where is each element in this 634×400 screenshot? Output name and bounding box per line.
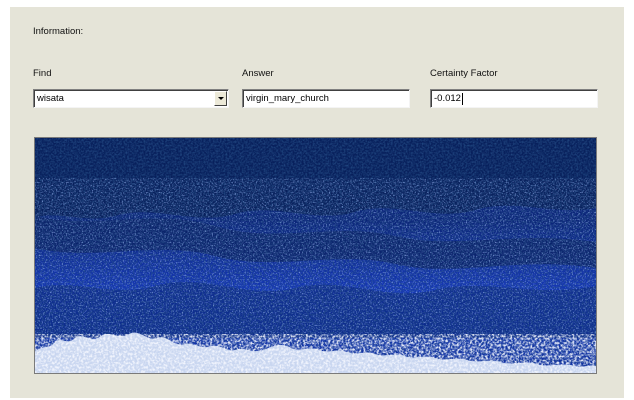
answer-field-value: virgin_mary_church	[246, 93, 329, 104]
find-combobox-value: wisata	[37, 93, 64, 104]
answer-label: Answer	[242, 68, 274, 79]
chevron-down-icon	[218, 97, 224, 100]
text-caret	[461, 93, 463, 105]
answer-field[interactable]: virgin_mary_church	[242, 89, 410, 108]
certainty-factor-field-value: -0.012	[434, 93, 461, 104]
result-image	[34, 137, 597, 374]
snowy-forest-picture	[35, 138, 596, 373]
information-heading: Information:	[33, 26, 84, 37]
find-combobox[interactable]: wisata	[33, 89, 229, 108]
certainty-factor-field[interactable]: -0.012	[430, 89, 598, 108]
certainty-factor-label: Certainty Factor	[430, 68, 498, 79]
find-dropdown-button[interactable]	[214, 91, 227, 106]
find-label: Find	[33, 68, 52, 79]
